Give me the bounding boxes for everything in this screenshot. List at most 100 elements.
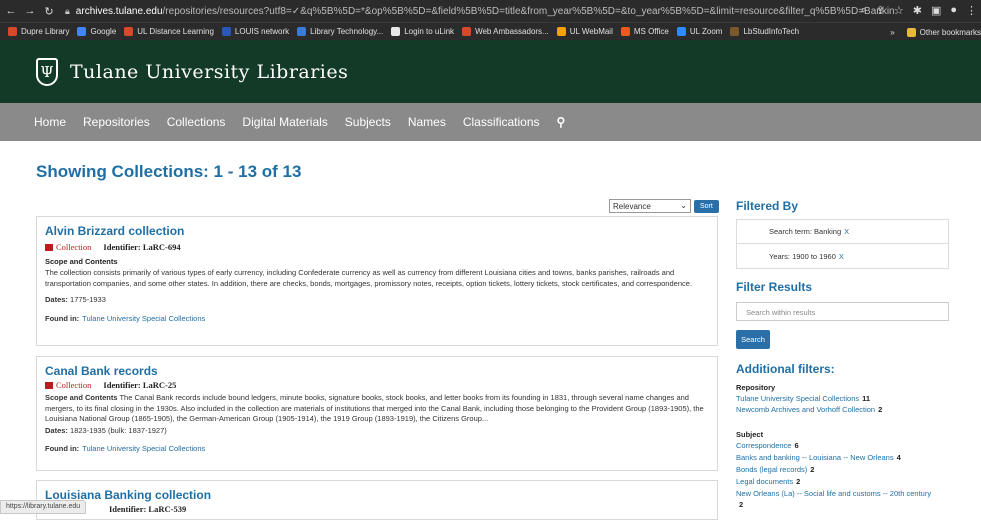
result-title[interactable]: Alvin Brizzard collection: [45, 224, 709, 238]
bookmark-item[interactable]: Google: [77, 27, 116, 36]
facet-count: 4: [896, 453, 901, 462]
search-within-input[interactable]: Search within results: [736, 302, 949, 321]
facet-count: 2: [878, 405, 883, 414]
main-navigation: Home Repositories Collections Digital Mater…: [0, 103, 981, 141]
nav-home[interactable]: Home: [34, 115, 66, 129]
url-host: archives.tulane.edu: [75, 5, 163, 17]
sort-button[interactable]: Sort: [694, 199, 719, 213]
remove-filter-button[interactable]: X: [839, 252, 844, 261]
bookmark-item[interactable]: UL Distance Learning: [124, 27, 214, 36]
facet-label[interactable]: Bonds (legal records): [736, 465, 807, 474]
search-button[interactable]: Search: [736, 330, 770, 349]
remove-filter-button[interactable]: X: [844, 227, 849, 236]
result-abstract: Scope and Contents The Canal Bank record…: [45, 393, 709, 425]
facet-item[interactable]: Legal documents 2: [736, 477, 800, 486]
zoom-icon[interactable]: ⌕: [860, 4, 866, 17]
result-meta: Identifier: LaRC-539: [45, 504, 709, 514]
collection-icon: [45, 381, 53, 389]
bookmark-favicon-icon: [297, 27, 307, 36]
facet-item[interactable]: New Orleans (La) -- Social life and cust…: [736, 489, 931, 498]
bookmarks-more[interactable]: »: [890, 28, 894, 37]
address-bar[interactable]: archives.tulane.edu/repositories/resourc…: [76, 6, 896, 17]
nav-classifications[interactable]: Classifications: [463, 115, 540, 129]
active-filters: Search term: Banking X Years: 1900 to 19…: [736, 219, 949, 269]
bookmark-item[interactable]: UL WebMail: [556, 27, 613, 36]
facet-label[interactable]: Legal documents: [736, 477, 793, 486]
bookmark-favicon-icon: [77, 27, 87, 36]
found-in-link[interactable]: Tulane University Special Collections: [82, 444, 205, 453]
bookmark-item[interactable]: Dupre Library: [8, 27, 69, 36]
collection-icon: [45, 243, 53, 251]
bookmark-label: Web Ambassadors...: [475, 27, 549, 36]
forward-icon[interactable]: →: [22, 5, 38, 17]
bookmarks-bar: Dupre Library Google UL Distance Learning L…: [0, 22, 981, 40]
active-filter: Search term: Banking X: [737, 220, 948, 244]
bookmark-favicon-icon: [462, 27, 472, 36]
found-label: Found in:: [45, 443, 80, 453]
nav-digital-materials[interactable]: Digital Materials: [242, 115, 327, 129]
bookmark-item[interactable]: LOUIS network: [221, 27, 289, 36]
result-dates: Dates: 1823-1935 (bulk: 1837-1927): [45, 426, 709, 435]
bookmark-item[interactable]: UL Zoom: [676, 27, 723, 36]
facet-count: 2: [796, 477, 801, 486]
found-in-link[interactable]: Tulane University Special Collections: [82, 314, 205, 323]
bookmark-favicon-icon: [620, 27, 630, 36]
tulane-shield-logo[interactable]: Ψ: [36, 57, 58, 86]
dates-label: Dates:: [45, 425, 68, 435]
search-icon[interactable]: ⚲: [557, 115, 566, 129]
dates-label: Dates:: [45, 295, 68, 304]
bookmark-label: MS Office: [633, 27, 669, 36]
share-icon[interactable]: ⇪: [876, 4, 885, 17]
active-filter: Years: 1900 to 1960 X: [737, 244, 948, 268]
bookmark-favicon-icon: [556, 27, 566, 36]
result-card: Louisiana Banking collection Identifier:…: [36, 480, 718, 520]
result-found-in: Found in: Tulane University Special Colle…: [45, 314, 709, 323]
menu-icon[interactable]: ⋮: [966, 4, 977, 17]
result-title[interactable]: Canal Bank records: [45, 364, 709, 378]
nav-names[interactable]: Names: [408, 115, 446, 129]
result-card: Alvin Brizzard collection Collection Ide…: [36, 216, 718, 346]
facet-label[interactable]: Banks and banking -- Louisiana -- New Or…: [736, 453, 894, 462]
facet-item[interactable]: Newcomb Archives and Vorhoff Collection 2: [736, 405, 882, 414]
other-bookmarks-label: Other bookmarks: [919, 27, 981, 37]
bookmark-favicon-icon: [221, 27, 231, 36]
nav-subjects[interactable]: Subjects: [345, 115, 391, 129]
extensions-icon[interactable]: ✱: [913, 4, 922, 17]
facet-label[interactable]: Newcomb Archives and Vorhoff Collection: [736, 405, 875, 414]
facet-item[interactable]: Tulane University Special Collections 11: [736, 394, 870, 403]
bookmark-item[interactable]: Web Ambassadors...: [462, 27, 549, 36]
facet-item[interactable]: Bonds (legal records) 2: [736, 465, 814, 474]
bookmark-item[interactable]: Login to uLink: [391, 27, 454, 36]
nav-repositories[interactable]: Repositories: [83, 115, 150, 129]
bookmark-item[interactable]: Library Technology...: [297, 27, 383, 36]
bookmark-label: Login to uLink: [404, 27, 455, 36]
other-bookmarks[interactable]: » Other bookmarks: [884, 23, 981, 40]
result-type: Collection: [56, 380, 92, 390]
bookmark-star-icon[interactable]: ☆: [894, 4, 904, 17]
bookmark-label: UL Zoom: [689, 27, 723, 36]
sidebar-icon[interactable]: ▣: [931, 4, 941, 17]
repository-facet-heading: Repository: [736, 383, 776, 392]
result-found-in: Found in: Tulane University Special Colle…: [45, 444, 709, 453]
facet-count: 11: [862, 394, 871, 403]
sort-controls: Relevance ⌄ Sort: [609, 199, 719, 213]
bookmark-label: Dupre Library: [21, 27, 70, 36]
profile-icon[interactable]: ●: [950, 4, 957, 17]
bookmark-item[interactable]: MS Office: [620, 27, 669, 36]
facet-label[interactable]: Correspondence: [736, 441, 791, 450]
result-title[interactable]: Louisiana Banking collection: [45, 488, 709, 502]
site-title[interactable]: Tulane University Libraries: [70, 61, 348, 83]
reload-icon[interactable]: ↻: [41, 5, 57, 18]
facet-item[interactable]: Banks and banking -- Louisiana -- New Or…: [736, 453, 901, 462]
result-card: Canal Bank records Collection Identifier…: [36, 356, 718, 471]
sort-select[interactable]: Relevance ⌄: [609, 199, 691, 213]
back-icon[interactable]: ←: [3, 5, 19, 17]
bookmark-item[interactable]: LbStudInfoTech: [730, 27, 799, 36]
abstract-text: The Canal Bank records include bound led…: [45, 393, 704, 423]
facet-label[interactable]: New Orleans (La) -- Social life and cust…: [736, 489, 931, 498]
facet-label[interactable]: Tulane University Special Collections: [736, 394, 859, 403]
scope-label: Scope and Contents: [45, 393, 118, 402]
subject-facet-heading: Subject: [736, 430, 764, 439]
facet-item[interactable]: Correspondence 6: [736, 441, 799, 450]
nav-collections[interactable]: Collections: [167, 115, 226, 129]
